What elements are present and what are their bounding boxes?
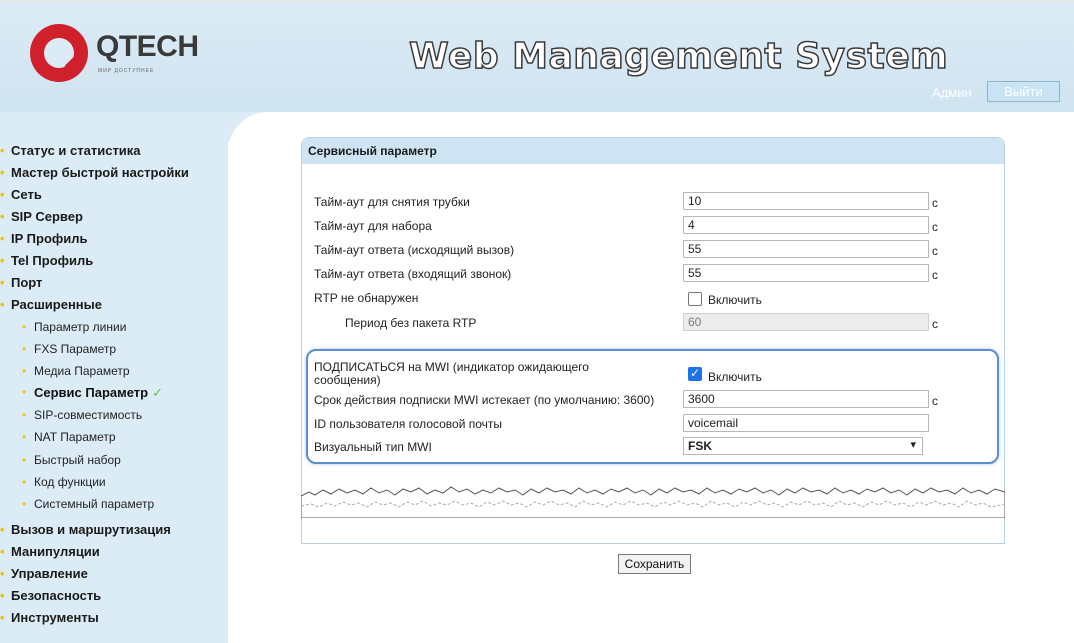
bullet-icon: • [22, 453, 27, 467]
bullet-icon: • [22, 430, 27, 444]
sidebar-item-label: Мастер быстрой настройки [11, 165, 189, 180]
sidebar-item-label: Управление [11, 566, 88, 581]
sidebar-item-label: Статус и статистика [11, 143, 141, 158]
sidebar-item-label: SIP-совместимость [34, 408, 143, 422]
rtp-period-unit: с [932, 317, 938, 331]
sidebar-item-label: FXS Параметр [34, 342, 117, 356]
dial-timeout-input[interactable]: 4 [683, 216, 929, 234]
bullet-icon: • [22, 408, 27, 422]
sidebar-item-label: Расширенные [11, 297, 102, 312]
bullet-icon: • [22, 320, 27, 334]
bullet-icon: • [0, 187, 5, 202]
rtp-period-input[interactable]: 60 [683, 313, 929, 331]
logo-text: QTECH [96, 30, 199, 63]
sidebar-item-label: Tel Профиль [11, 253, 94, 268]
rtp-enable-checkbox[interactable] [688, 292, 702, 306]
mwi-enable-label: Включить [708, 370, 762, 384]
mwi-type-select[interactable]: FSK ▾ [683, 437, 923, 455]
answer-in-timeout-unit: с [932, 268, 938, 282]
sidebar-item-label: Вызов и маршрутизация [11, 522, 171, 537]
bullet-icon: • [22, 475, 27, 489]
dial-timeout-unit: с [932, 220, 938, 234]
bullet-icon: • [0, 143, 5, 158]
bullet-icon: • [0, 165, 5, 180]
bullet-icon: • [22, 342, 27, 356]
bullet-icon: • [0, 522, 5, 537]
page: QTECH МИР ДОСТУПНЕЕ Web Management Syste… [0, 0, 1074, 643]
mwi-expire-input[interactable]: 3600 [683, 390, 929, 408]
check-icon: ✓ [152, 385, 164, 400]
rtp-period-label: Период без пакета RTP [345, 316, 477, 330]
offhook-timeout-label: Тайм-аут для снятия трубки [314, 195, 470, 209]
bullet-icon: • [0, 588, 5, 603]
sidebar-item-label: Параметр линии [34, 320, 127, 334]
bullet-icon: • [0, 209, 5, 224]
mwi-expire-unit: с [932, 394, 938, 408]
app-title: Web Management System [408, 35, 949, 78]
qtech-logo: QTECH МИР ДОСТУПНЕЕ [30, 24, 199, 84]
sidebar-item-label: Безопасность [11, 588, 102, 603]
panel-header: Сервисный параметр [302, 138, 1004, 164]
bullet-icon: • [0, 253, 5, 268]
sidebar-item-label: IP Профиль [11, 231, 88, 246]
bullet-icon: • [22, 364, 27, 378]
chevron-down-icon: ▾ [910, 439, 916, 451]
sidebar-item-label: Инструменты [11, 610, 99, 625]
mwi-type-value: FSK [688, 439, 712, 453]
bullet-icon: • [0, 231, 5, 246]
sidebar-item-label: Системный параметр [34, 497, 155, 511]
mwi-subscribe-label: ПОДПИСАТЬСЯ на MWI (индикатор ожидающего [314, 360, 589, 374]
mwi-expire-label: Срок действия подписки MWI истекает (по … [314, 393, 655, 407]
sidebar-item-label: Манипуляции [11, 544, 100, 559]
bullet-icon: • [0, 297, 5, 312]
voicemail-id-label: ID пользователя голосовой почты [314, 417, 503, 431]
sidebar-item-label: SIP Сервер [11, 209, 83, 224]
sidebar-item-label: NAT Параметр [34, 430, 116, 444]
bullet-icon: • [22, 385, 27, 399]
offhook-timeout-input[interactable]: 10 [683, 192, 929, 210]
bullet-icon: • [0, 275, 5, 290]
header: QTECH МИР ДОСТУПНЕЕ Web Management Syste… [0, 0, 1074, 112]
answer-out-timeout-label: Тайм-аут ответа (исходящий вызов) [314, 243, 515, 257]
answer-out-timeout-input[interactable]: 55 [683, 240, 929, 258]
content-corner [228, 112, 268, 152]
rtp-not-detected-label: RTP не обнаружен [314, 291, 419, 305]
mwi-type-label: Визуальный тип MWI [314, 440, 432, 454]
voicemail-id-input[interactable]: voicemail [683, 414, 929, 432]
mwi-enable-checkbox[interactable] [688, 366, 702, 381]
sidebar-item-label: Быстрый набор [34, 453, 121, 467]
bullet-icon: • [0, 610, 5, 625]
bullet-icon: • [0, 544, 5, 559]
sidebar-item-label: Порт [11, 275, 43, 290]
panel-title: Сервисный параметр [308, 144, 437, 158]
answer-in-timeout-label: Тайм-аут ответа (входящий звонок) [314, 267, 512, 281]
answer-in-timeout-input[interactable]: 55 [683, 264, 929, 282]
rtp-enable-label: Включить [708, 293, 762, 307]
logo-subtext: МИР ДОСТУПНЕЕ [98, 68, 155, 74]
sidebar-item-label: Сеть [11, 187, 42, 202]
bullet-icon: • [0, 566, 5, 581]
torn-edge-decoration [301, 486, 1005, 518]
bullet-icon: • [22, 497, 27, 511]
logout-button[interactable]: Выйти [987, 81, 1060, 102]
save-button[interactable]: Сохранить [618, 554, 691, 574]
sidebar-item-label: Код функции [34, 475, 106, 489]
sidebar-item-label: Медиа Параметр [34, 364, 130, 378]
dial-timeout-label: Тайм-аут для набора [314, 219, 432, 233]
sidebar-item-label: Сервис Параметр [34, 385, 149, 400]
mwi-subscribe-label-cont: сообщения) [314, 373, 381, 387]
logo-circle-icon [30, 24, 88, 82]
answer-out-timeout-unit: с [932, 244, 938, 258]
user-label: Админ [932, 85, 972, 100]
offhook-timeout-unit: с [932, 196, 938, 210]
